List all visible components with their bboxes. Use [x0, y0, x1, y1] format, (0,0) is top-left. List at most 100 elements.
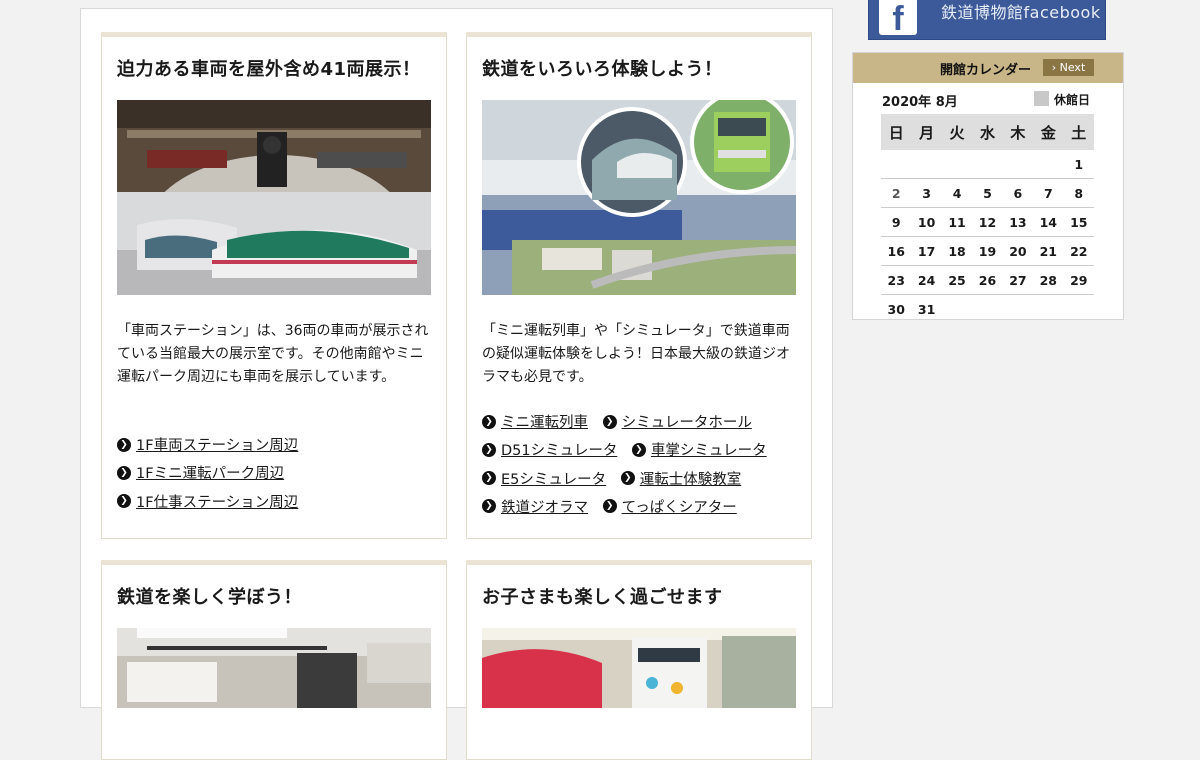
card-kids: お子さまも楽しく過ごせます	[466, 560, 812, 760]
calendar-week-row: 30 31	[881, 295, 1094, 324]
calendar-day: 9	[881, 207, 912, 237]
card-vehicle-display: 迫力ある車両を屋外含め41両展示！ 「車両ステーション」は、36両の車両が展示さ…	[101, 32, 447, 539]
calendar-header: 開館カレンダー › Next	[853, 53, 1123, 83]
weekday-sat: 土	[1063, 114, 1094, 150]
weekday-wed: 水	[972, 114, 1003, 150]
calendar-day: 19	[972, 236, 1003, 266]
weekday-fri: 金	[1033, 114, 1064, 150]
chevron-right-icon: ❯	[620, 471, 635, 486]
link-d51-simulator[interactable]: ❯ D51シミュレータ	[482, 439, 617, 460]
calendar-day: 8	[1063, 178, 1094, 208]
facebook-label: 鉄道博物館facebook	[941, 3, 1101, 22]
calendar-day: 1	[1063, 150, 1094, 179]
calendar-day	[941, 150, 973, 179]
chevron-right-icon: ❯	[482, 499, 496, 514]
calendar-next-button[interactable]: › Next	[1043, 59, 1094, 76]
closed-day-swatch	[1034, 91, 1049, 106]
card-title: 鉄道をいろいろ体験しよう！	[482, 59, 723, 80]
calendar-day	[1064, 295, 1094, 324]
link-teppaku-theater[interactable]: ❯ てっぱくシアター	[602, 496, 737, 517]
calendar-week-row: 1	[881, 150, 1094, 179]
calendar-day: 31	[917, 301, 936, 317]
diorama-simulator-photo[interactable]	[482, 100, 796, 295]
calendar-day: 4	[941, 178, 973, 208]
calendar-day: 6	[1002, 178, 1034, 208]
card-link-list: ❯ ミニ運転列車 ❯ シミュレータホール ❯ D51シミュレータ ❯ 車掌シミュレータ …	[482, 411, 777, 524]
link-mini-driving-train[interactable]: ❯ ミニ運転列車	[482, 411, 588, 432]
calendar-day: 17	[911, 236, 942, 266]
calendar-day: 30	[887, 301, 905, 317]
weekday-mon: 月	[911, 114, 942, 150]
chevron-right-icon: ❯	[482, 414, 496, 429]
calendar-day: 25	[941, 265, 973, 295]
link-railway-diorama[interactable]: ❯ 鉄道ジオラマ	[482, 496, 588, 517]
calendar-day: 7	[1033, 178, 1064, 208]
card-experience: 鉄道をいろいろ体験しよう！ 「ミニ運転列車」や「シミュレータ」で鉄道車両の疑似運…	[466, 32, 812, 539]
calendar-title: 開館カレンダー	[940, 63, 1032, 78]
calendar-week-row: 23 24 25 26 27 28 29	[881, 265, 1094, 295]
calendar-day: 28	[1033, 265, 1064, 295]
card-title: お子さまも楽しく過ごせます	[482, 587, 723, 608]
link-1f-vehicle-station[interactable]: ❯ 1F車両ステーション周辺	[117, 434, 298, 455]
calendar-day: 14	[1033, 207, 1064, 237]
calendar-day: 29	[1063, 265, 1094, 295]
link-1f-work-station[interactable]: ❯ 1F仕事ステーション周辺	[117, 491, 298, 512]
calendar-week-row: 9 10 11 12 13 14 15	[881, 207, 1094, 237]
calendar-day: 20	[1002, 236, 1034, 266]
calendar-day: 23	[881, 265, 912, 295]
calendar-day: 15	[1063, 207, 1094, 237]
calendar-day: 22	[1063, 236, 1094, 266]
chevron-right-icon: ❯	[117, 494, 131, 509]
calendar-day	[972, 295, 1002, 324]
link-e5-simulator[interactable]: ❯ E5シミュレータ	[482, 468, 606, 489]
closed-day-legend: 休館日	[1054, 93, 1091, 107]
facebook-icon: f	[879, 0, 917, 35]
chevron-right-icon: ❯	[482, 442, 496, 457]
calendar-week-row: 16 17 18 19 20 21 22	[881, 236, 1094, 266]
calendar-week-row: 2 3 4 5 6 7 8	[881, 178, 1094, 208]
calendar-day: 18	[941, 236, 973, 266]
calendar-day: 24	[911, 265, 942, 295]
weekday-tue: 火	[941, 114, 973, 150]
facebook-banner-link[interactable]: f 鉄道博物館facebook	[868, 0, 1106, 40]
calendar-day	[881, 150, 912, 179]
chevron-right-icon: ›	[1051, 61, 1057, 74]
calendar-day	[1003, 295, 1033, 324]
calendar-day	[1033, 295, 1063, 324]
calendar-day	[1033, 150, 1064, 179]
card-title: 迫力ある車両を屋外含め41両展示！	[117, 59, 421, 80]
calendar-day: 21	[1033, 236, 1064, 266]
chevron-right-icon: ❯	[602, 414, 617, 429]
learning-exhibit-photo[interactable]	[117, 628, 431, 708]
vehicle-hall-photo[interactable]	[117, 100, 431, 295]
link-1f-mini-driving-park[interactable]: ❯ 1Fミニ運転パーク周辺	[117, 462, 284, 483]
card-description: 「ミニ運転列車」や「シミュレータ」で鉄道車両の疑似運転体験をしよう！日本最大級の…	[482, 323, 790, 385]
card-description: 「車両ステーション」は、36両の車両が展示されている当館最大の展示室です。その他…	[117, 323, 429, 385]
calendar-day: 26	[972, 265, 1003, 295]
calendar-day: 5	[972, 178, 1003, 208]
calendar-day: 12	[972, 207, 1003, 237]
calendar-day: 10	[911, 207, 942, 237]
calendar-day	[942, 295, 972, 324]
calendar-day	[911, 150, 942, 179]
chevron-right-icon: ❯	[117, 437, 131, 452]
link-driver-experience-class[interactable]: ❯ 運転士体験教室	[620, 468, 741, 489]
main-content-panel: 迫力ある車両を屋外含め41両展示！ 「車両ステーション」は、36両の車両が展示さ…	[80, 8, 833, 760]
calendar-weekday-row: 日 月 火 水 木 金 土	[881, 114, 1094, 150]
link-conductor-simulator[interactable]: ❯ 車掌シミュレータ	[631, 439, 767, 460]
opening-calendar: 開館カレンダー › Next 2020年 8月 休館日 日 月 火 水 木 金 …	[852, 52, 1124, 320]
chevron-right-icon: ❯	[482, 471, 496, 486]
kids-area-photo[interactable]	[482, 628, 796, 708]
calendar-day: 11	[941, 207, 973, 237]
chevron-right-icon: ❯	[117, 465, 131, 480]
weekday-sun: 日	[881, 114, 912, 150]
chevron-right-icon: ❯	[631, 442, 646, 457]
calendar-day	[972, 150, 1003, 179]
card-learning: 鉄道を楽しく学ぼう！	[101, 560, 447, 760]
calendar-grid: 日 月 火 水 木 金 土 1 2 3 4 5 6 7 8 9 10 11 12…	[881, 114, 1094, 323]
link-simulator-hall[interactable]: ❯ シミュレータホール	[602, 411, 752, 432]
calendar-day: 2	[881, 178, 912, 208]
calendar-day: 27	[1002, 265, 1034, 295]
card-link-list: ❯ 1F車両ステーション周辺 ❯ 1Fミニ運転パーク周辺 ❯ 1F仕事ステーション周辺	[117, 434, 308, 519]
calendar-month-label: 2020年 8月	[882, 95, 958, 110]
